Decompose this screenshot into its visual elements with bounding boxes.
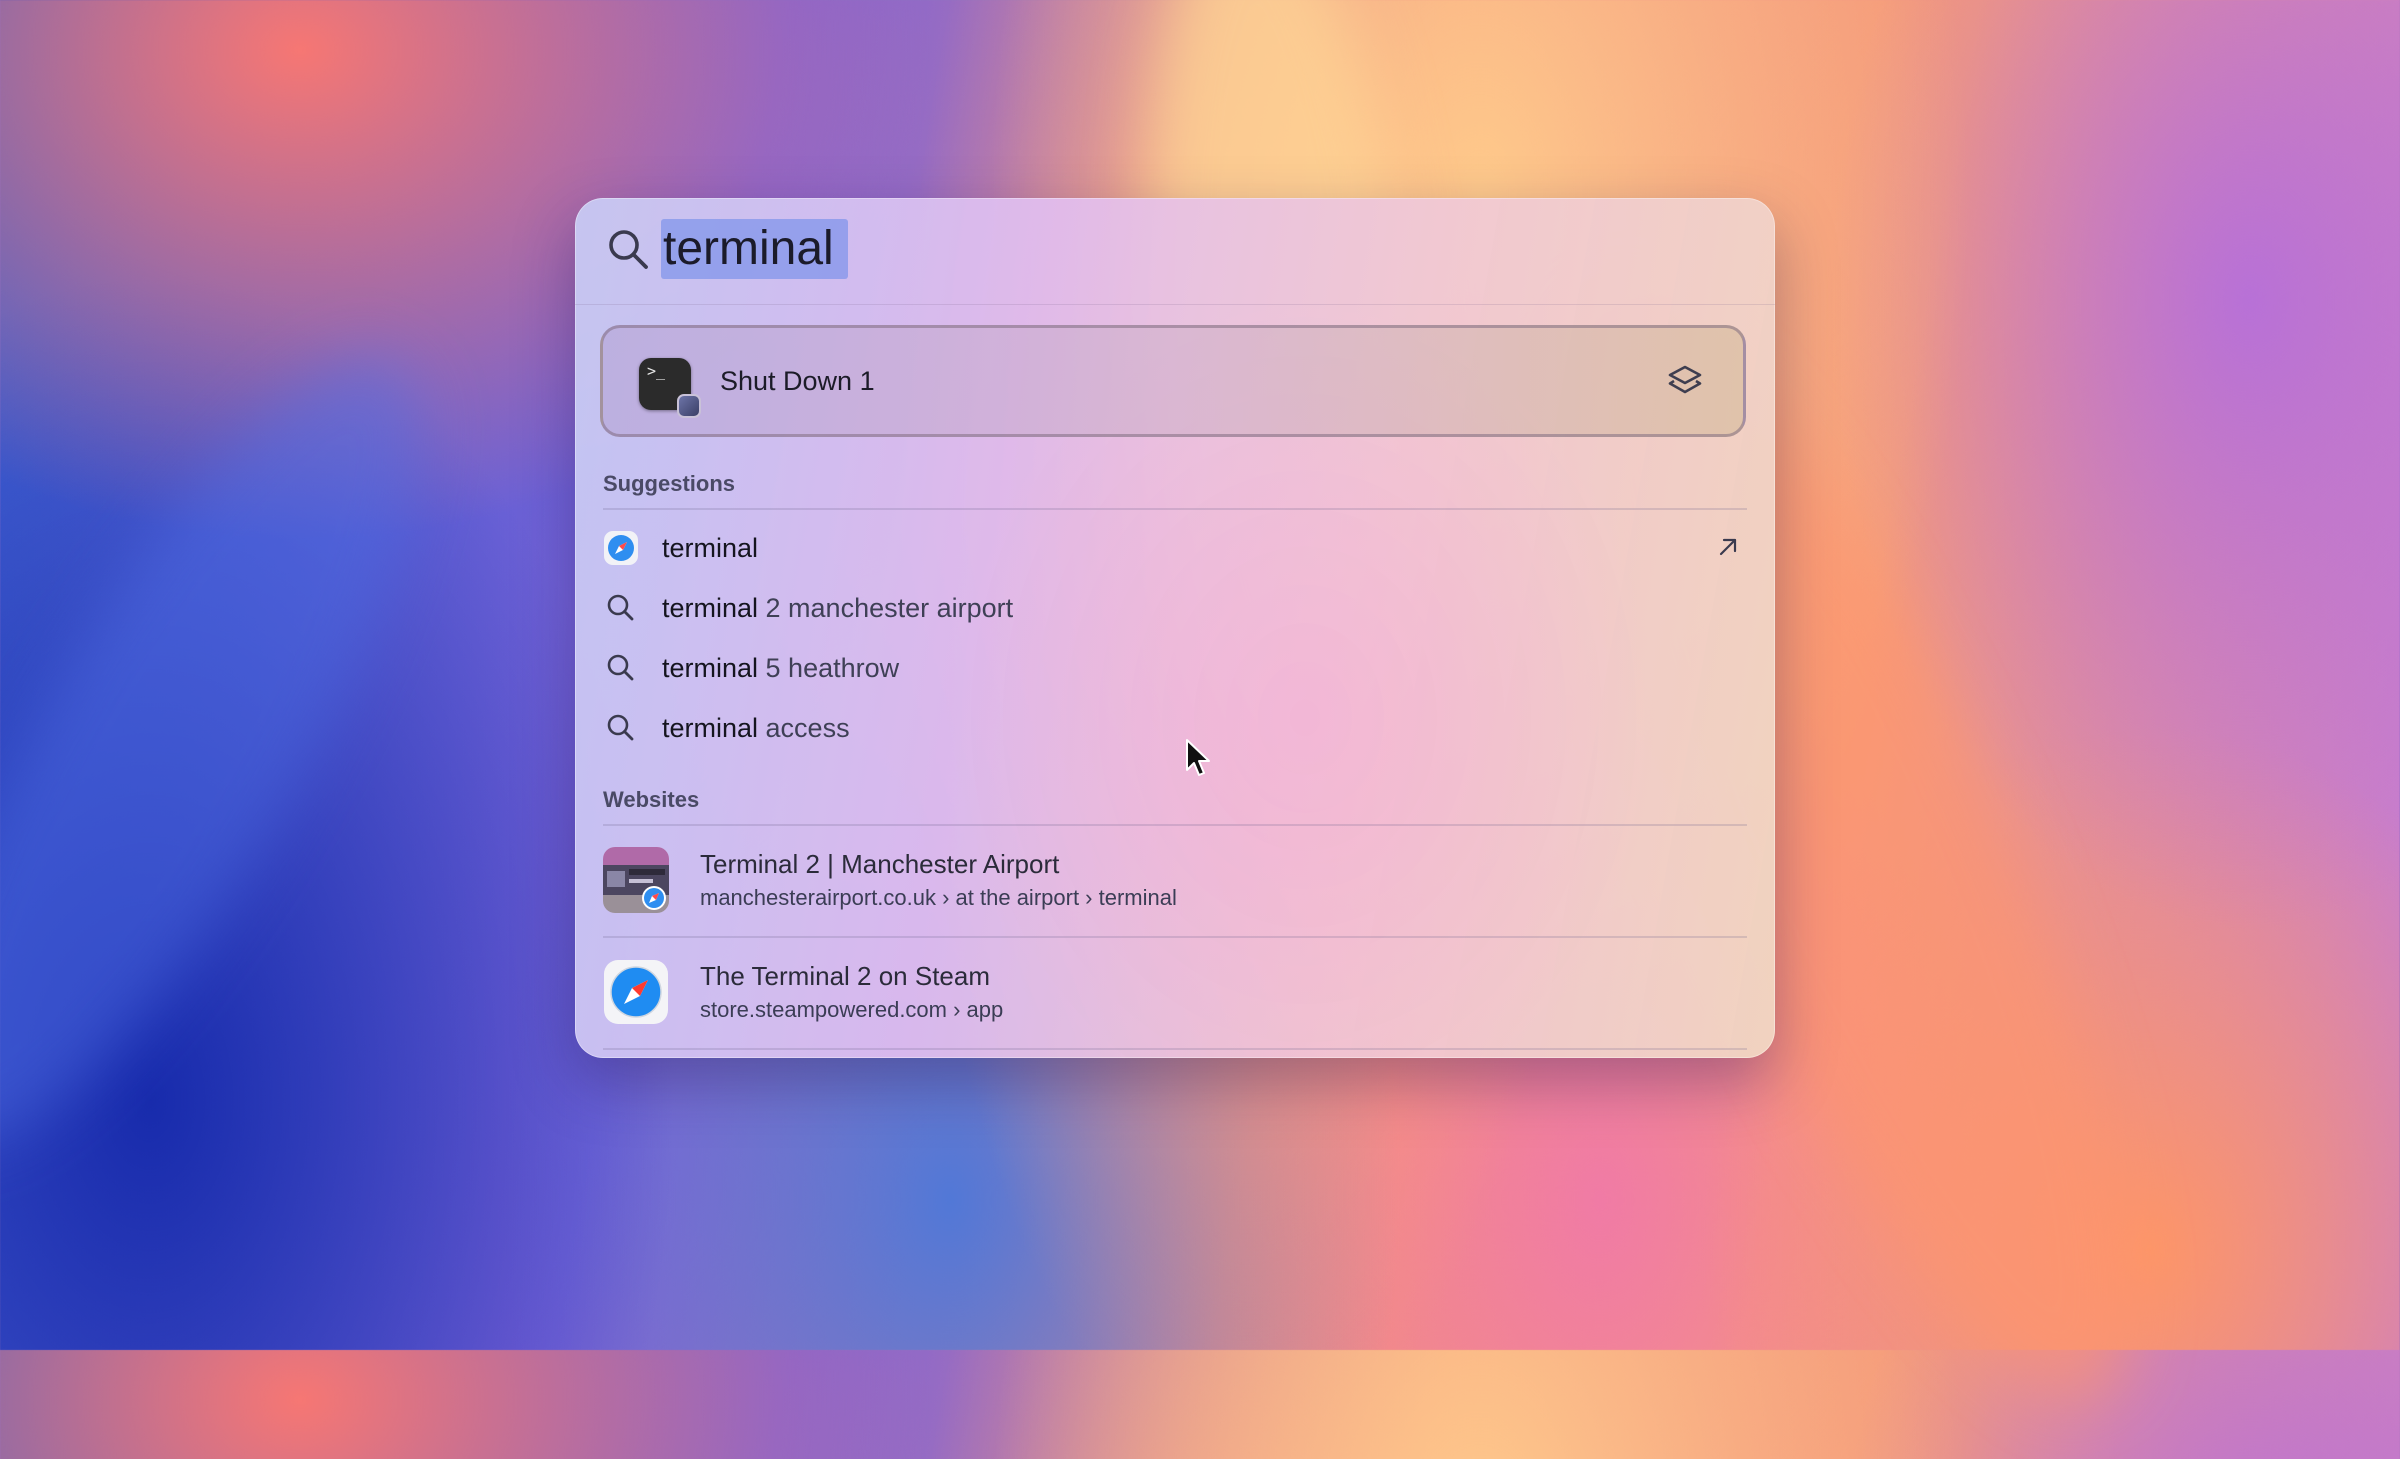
suggestion-text: terminal access (662, 713, 850, 743)
search-input[interactable]: terminal (661, 219, 848, 279)
magnifying-glass-icon (609, 230, 648, 269)
website-title: The Terminal 2 on Steam (700, 961, 990, 991)
suggestion-item[interactable]: terminal 2 manchester airport (603, 580, 1747, 634)
website-thumbnail-icon (603, 847, 669, 913)
spotlight-panel: terminal >_ Shut Down 1 Suggestions term… (575, 198, 1775, 1058)
divider (603, 508, 1747, 510)
safari-icon (604, 531, 638, 565)
suggestion-item[interactable]: terminal (603, 520, 1747, 574)
shortcuts-icon[interactable] (1665, 362, 1705, 402)
suggestion-text: terminal (662, 533, 759, 563)
suggestion-text: terminal 2 manchester airport (662, 593, 1014, 623)
search-icon (607, 714, 634, 741)
suggestions-header: Suggestions (603, 471, 736, 496)
search-icon (607, 654, 634, 681)
suggestion-item[interactable]: terminal access (603, 700, 1747, 754)
search-icon (607, 594, 634, 621)
website-url: manchesterairport.co.uk › at the airport… (700, 885, 1177, 910)
top-hit-label: Shut Down 1 (720, 366, 875, 396)
divider (603, 824, 1747, 826)
mouse-cursor-icon (1186, 739, 1210, 776)
websites-header: Websites (603, 787, 700, 812)
arrow-up-right-icon[interactable] (1715, 534, 1741, 560)
divider (603, 1048, 1747, 1050)
website-result[interactable]: Terminal 2 | Manchester Airport manchest… (603, 827, 1747, 937)
search-bar[interactable]: terminal (575, 198, 1775, 305)
suggestion-text: terminal 5 heathrow (662, 653, 900, 683)
terminal-shortcut-icon: >_ (639, 358, 701, 418)
top-hit-result[interactable]: >_ Shut Down 1 (600, 325, 1746, 437)
website-title: Terminal 2 | Manchester Airport (700, 849, 1060, 879)
divider (603, 936, 1747, 938)
website-result[interactable]: The Terminal 2 on Steam store.steampower… (603, 939, 1747, 1049)
safari-icon (603, 959, 669, 1025)
website-url: store.steampowered.com › app (700, 997, 1004, 1022)
wallpaper-streak (0, 295, 508, 1205)
suggestion-item[interactable]: terminal 5 heathrow (603, 640, 1747, 694)
